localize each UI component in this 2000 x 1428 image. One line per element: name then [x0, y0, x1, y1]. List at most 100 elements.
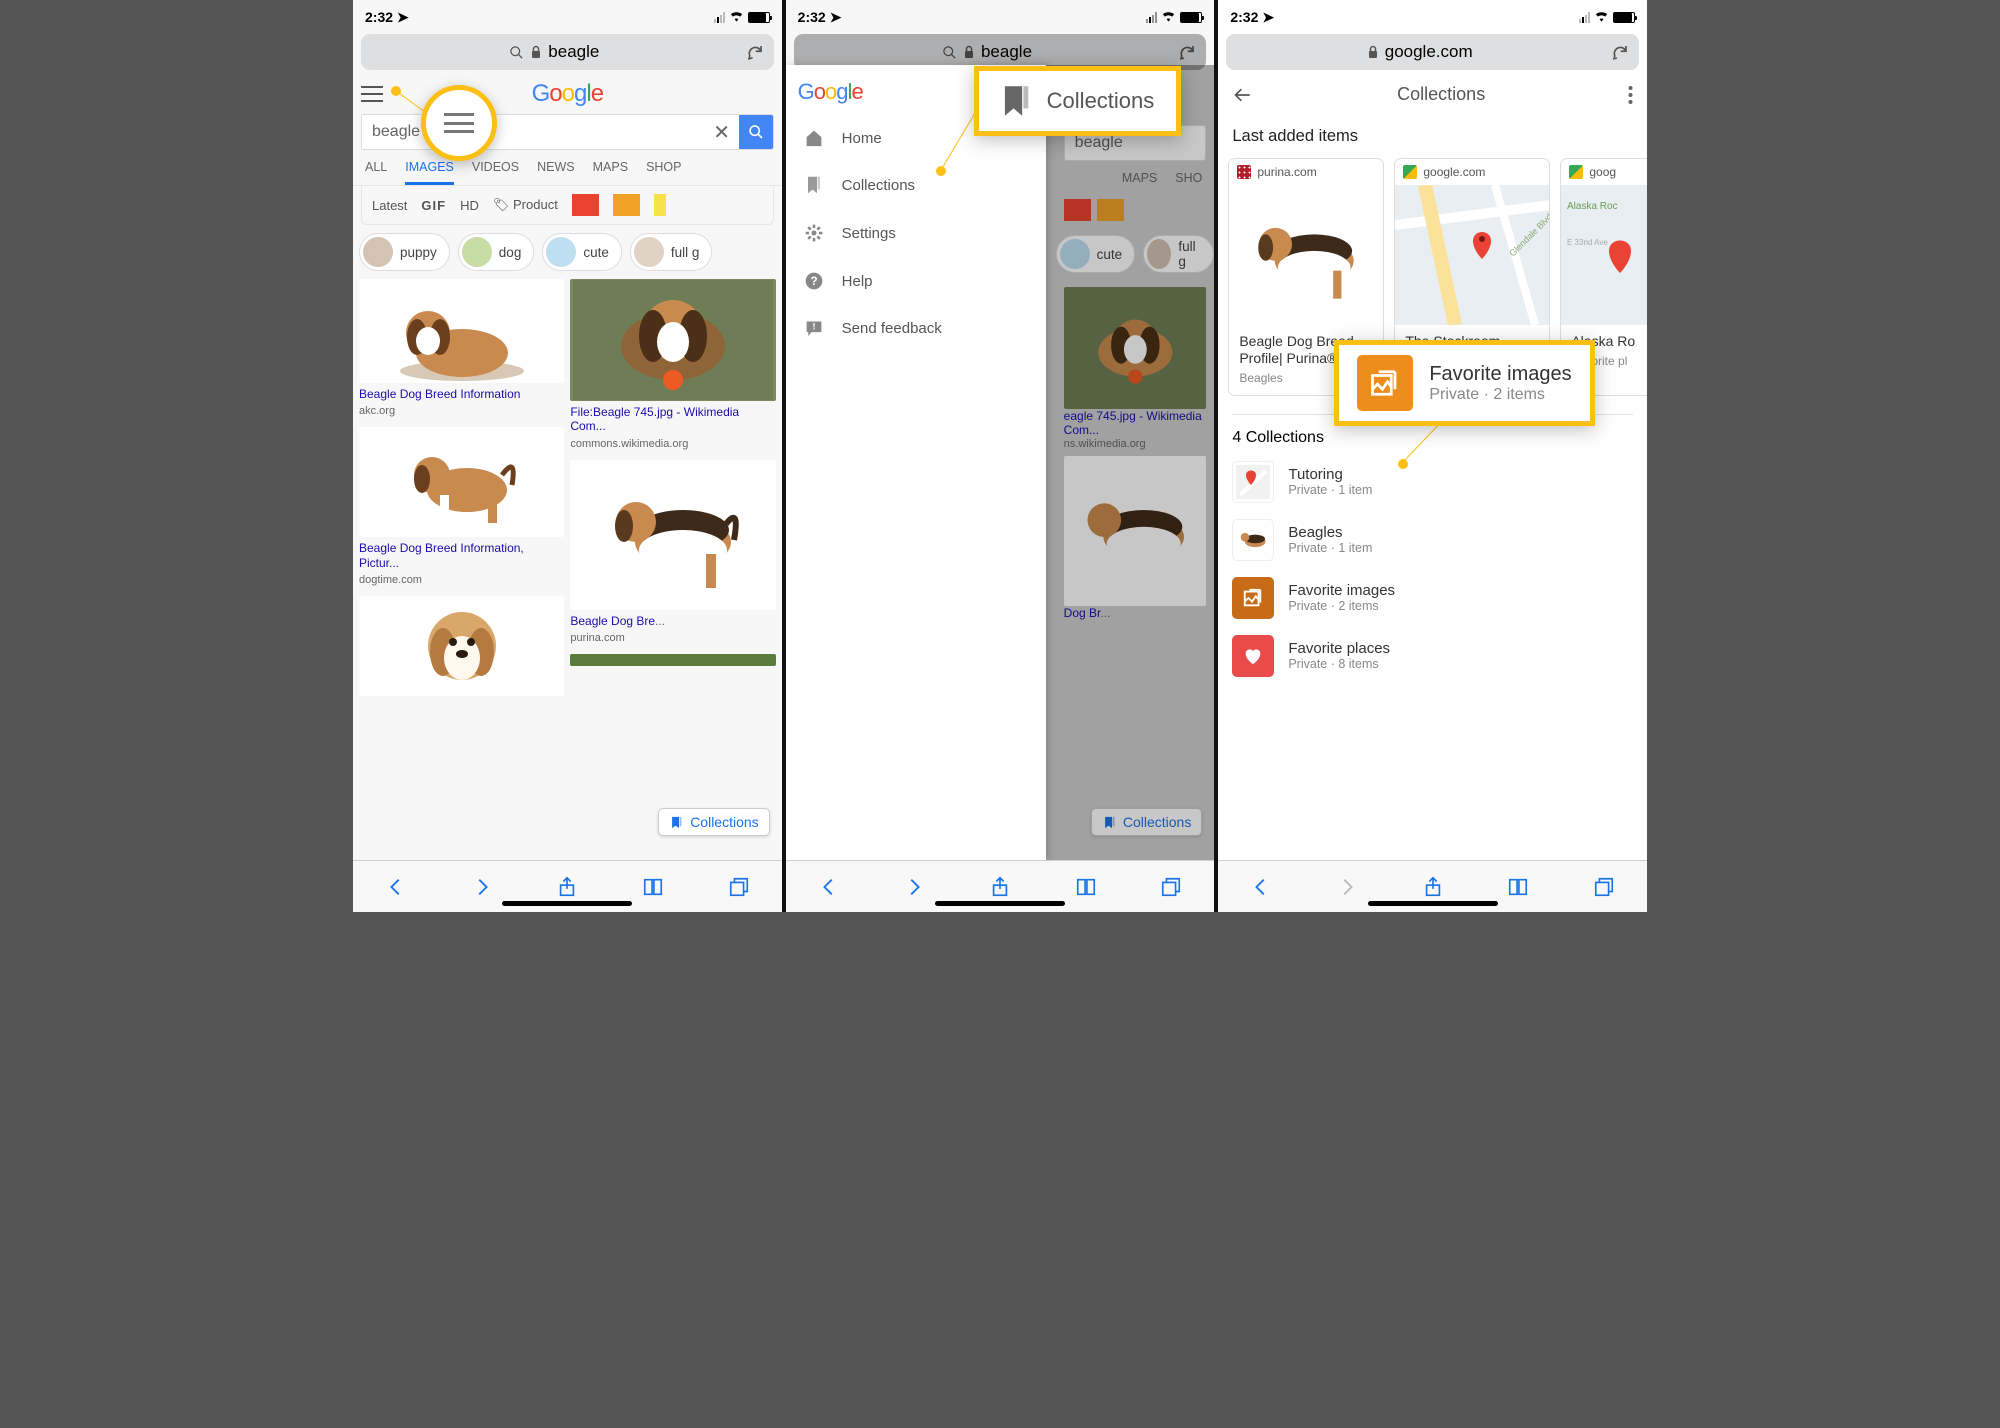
signal-icon [714, 12, 725, 23]
collections-button[interactable]: Collections [1091, 808, 1202, 836]
result-source: akc.org [359, 405, 564, 417]
collection-row[interactable]: Favorite placesPrivate · 8 items [1218, 627, 1647, 685]
home-icon [804, 129, 824, 147]
collection-row[interactable]: BeaglesPrivate · 1 item [1218, 511, 1647, 569]
map-icon [1232, 461, 1274, 503]
callout-favorite-images: Favorite images Private · 2 items [1334, 340, 1594, 426]
chip[interactable]: full g [630, 233, 713, 271]
search-icon [509, 45, 524, 60]
page-title: Collections [1397, 84, 1485, 105]
reload-icon[interactable] [746, 43, 764, 61]
result-title[interactable]: Beagle Dog Breed Information, Pictur... [359, 541, 564, 570]
filter-hd[interactable]: HD [460, 198, 479, 213]
home-indicator [935, 901, 1065, 906]
google-header: Google [353, 74, 782, 114]
image-result[interactable] [570, 279, 775, 401]
bookmark-icon [1001, 85, 1031, 117]
tab-news[interactable]: NEWS [537, 160, 575, 185]
phone-2: 2:32➤ beagle ✕ MAPSSHO cutefull g eagle … [786, 0, 1219, 912]
annotation-dot [391, 86, 401, 96]
filter-latest[interactable]: Latest [372, 198, 407, 213]
image-result[interactable] [359, 596, 564, 696]
drawer-help[interactable]: ?Help [786, 257, 1046, 305]
menu-icon[interactable] [361, 86, 383, 102]
back-icon[interactable] [818, 876, 840, 898]
nav-drawer: Google Home Collections Settings ?Help !… [786, 65, 1046, 860]
search-button[interactable] [739, 115, 773, 149]
home-indicator [502, 901, 632, 906]
address-bar[interactable]: beagle [361, 34, 774, 70]
tab-videos[interactable]: VIDEOS [472, 160, 519, 185]
chip[interactable]: cute [542, 233, 622, 271]
home-indicator [1368, 901, 1498, 906]
callout-collections: Collections [974, 66, 1182, 136]
back-icon[interactable] [385, 876, 407, 898]
chip[interactable]: dog [458, 233, 535, 271]
color-swatch[interactable] [613, 194, 640, 216]
status-bar: 2:32➤ [353, 0, 782, 30]
tabs-icon[interactable] [1593, 876, 1615, 898]
battery-icon [748, 12, 770, 23]
phone-3: 2:32➤ google.com Collections Last added … [1218, 0, 1647, 912]
collection-row-favorite-images[interactable]: Favorite imagesPrivate · 2 items [1218, 569, 1647, 627]
status-bar: 2:32➤ [786, 0, 1215, 30]
clear-icon[interactable]: ✕ [705, 115, 739, 149]
address-bar[interactable]: google.com [1226, 34, 1639, 70]
result-source: purina.com [570, 632, 775, 644]
collections-header: Collections [1218, 74, 1647, 115]
result-title[interactable]: File:Beagle 745.jpg - Wikimedia Com... [570, 405, 775, 434]
result-source: dogtime.com [359, 574, 564, 586]
back-icon[interactable] [1250, 876, 1272, 898]
drawer-collections[interactable]: Collections [786, 161, 1046, 209]
annotation-dot [936, 166, 946, 176]
collection-row[interactable]: TutoringPrivate · 1 item [1218, 453, 1647, 511]
drawer-feedback[interactable]: !Send feedback [786, 305, 1046, 351]
address-text: google.com [1385, 42, 1473, 62]
color-swatch[interactable] [654, 194, 666, 216]
bookmark-icon [804, 175, 824, 195]
lock-icon [530, 45, 542, 59]
callout-hamburger [421, 85, 497, 161]
image-icon [1357, 355, 1413, 411]
search-input[interactable] [362, 115, 705, 149]
collections-button[interactable]: Collections [658, 808, 769, 836]
back-arrow-icon[interactable] [1232, 85, 1254, 105]
forward-icon[interactable] [471, 876, 493, 898]
share-icon[interactable] [989, 876, 1011, 898]
help-icon: ? [804, 271, 824, 291]
tabs-icon[interactable] [728, 876, 750, 898]
filter-product[interactable]: 🏷 Product [493, 197, 558, 213]
tab-shopping[interactable]: SHOP [646, 160, 681, 185]
search-tabs: ALL IMAGES VIDEOS NEWS MAPS SHOP [353, 150, 782, 186]
bookmarks-icon[interactable] [1075, 876, 1097, 898]
forward-icon[interactable] [903, 876, 925, 898]
bookmarks-icon[interactable] [642, 876, 664, 898]
image-result[interactable] [570, 654, 775, 666]
tab-images[interactable]: IMAGES [405, 160, 454, 185]
share-icon[interactable] [556, 876, 578, 898]
overflow-icon[interactable] [1628, 85, 1633, 105]
svg-text:?: ? [810, 275, 817, 288]
chip[interactable]: puppy [359, 233, 450, 271]
image-result[interactable] [359, 427, 564, 537]
svg-text:E 33nd Ave: E 33nd Ave [1567, 238, 1608, 247]
drawer-settings[interactable]: Settings [786, 209, 1046, 257]
filter-gif[interactable]: GIF [421, 198, 446, 213]
phone-1: 2:32➤ beagle Google ✕ ALL IMAGES VIDEOS … [353, 0, 786, 912]
result-title[interactable]: Beagle Dog Breed Information [359, 387, 564, 401]
tab-all[interactable]: ALL [365, 160, 387, 185]
image-result[interactable] [570, 460, 775, 610]
tab-maps[interactable]: MAPS [593, 160, 628, 185]
color-swatch[interactable] [572, 194, 599, 216]
share-icon[interactable] [1422, 876, 1444, 898]
reload-icon[interactable] [1611, 43, 1629, 61]
result-source: commons.wikimedia.org [570, 438, 775, 450]
status-bar: 2:32➤ [1218, 0, 1647, 30]
image-icon [1232, 577, 1274, 619]
image-result[interactable] [359, 279, 564, 383]
reload-icon[interactable] [1178, 43, 1196, 61]
tabs-icon[interactable] [1160, 876, 1182, 898]
bookmarks-icon[interactable] [1507, 876, 1529, 898]
feedback-icon: ! [804, 319, 824, 337]
result-title[interactable]: Beagle Dog Bre... [570, 614, 775, 628]
